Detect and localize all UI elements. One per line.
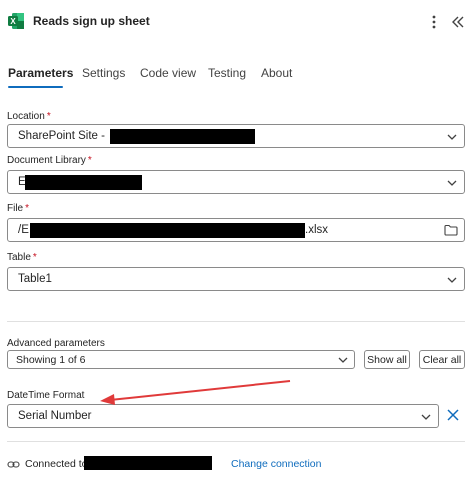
svg-text:X: X: [10, 17, 16, 26]
document-library-dropdown[interactable]: E: [7, 170, 465, 194]
remove-parameter-icon[interactable]: [446, 408, 460, 422]
file-label: File *: [7, 203, 30, 214]
chevron-down-icon: [447, 277, 457, 283]
connection-link-icon: [7, 461, 20, 468]
action-title: Reads sign up sheet: [33, 14, 150, 28]
chevron-down-icon: [447, 134, 457, 140]
datetime-format-dropdown[interactable]: Serial Number: [7, 404, 439, 428]
file-path-suffix: .xlsx: [305, 224, 328, 236]
connected-to-text: Connected to: [25, 458, 88, 470]
tab-parameters[interactable]: Parameters: [8, 66, 73, 80]
location-label: Location *: [7, 111, 51, 122]
tab-about[interactable]: About: [261, 66, 292, 80]
file-path-prefix: /E: [18, 224, 29, 236]
show-all-button[interactable]: Show all: [364, 350, 410, 369]
advanced-parameters-value: Showing 1 of 6: [16, 354, 86, 366]
advanced-parameters-label: Advanced parameters: [7, 338, 105, 349]
chevron-down-icon: [447, 180, 457, 186]
redacted-block: [84, 456, 212, 470]
location-value: SharePoint Site -: [18, 130, 105, 142]
double-chevron-left-icon: [452, 16, 464, 28]
location-dropdown[interactable]: SharePoint Site -: [7, 124, 465, 148]
chevron-down-icon: [421, 414, 431, 420]
header: X Reads sign up sheet: [0, 0, 474, 44]
tab-testing[interactable]: Testing: [208, 66, 246, 80]
redacted-block: [30, 223, 305, 238]
table-value: Table1: [18, 273, 52, 285]
redacted-block: [110, 129, 255, 144]
tab-settings[interactable]: Settings: [82, 66, 125, 80]
section-divider: [7, 321, 465, 322]
table-label: Table *: [7, 252, 37, 263]
datetime-format-label: DateTime Format: [7, 390, 85, 401]
chevron-down-icon: [338, 357, 348, 363]
table-dropdown[interactable]: Table1: [7, 267, 465, 291]
excel-icon: X: [8, 13, 24, 29]
file-input[interactable]: /E .xlsx: [7, 218, 465, 242]
advanced-parameters-dropdown[interactable]: Showing 1 of 6: [7, 350, 355, 369]
change-connection-link[interactable]: Change connection: [231, 458, 322, 470]
clear-all-button[interactable]: Clear all: [419, 350, 465, 369]
datetime-format-value: Serial Number: [18, 410, 92, 422]
document-library-label: Document Library *: [7, 155, 92, 166]
folder-icon[interactable]: [444, 224, 458, 236]
collapse-panel-button[interactable]: [448, 12, 468, 32]
tab-bar: Parameters Settings Code view Testing Ab…: [0, 62, 474, 90]
active-tab-indicator: [8, 86, 63, 88]
redacted-block: [25, 175, 142, 190]
tab-code-view[interactable]: Code view: [140, 66, 196, 80]
more-options-button[interactable]: [425, 12, 443, 32]
section-divider: [7, 441, 465, 442]
more-vertical-icon: [432, 15, 436, 29]
